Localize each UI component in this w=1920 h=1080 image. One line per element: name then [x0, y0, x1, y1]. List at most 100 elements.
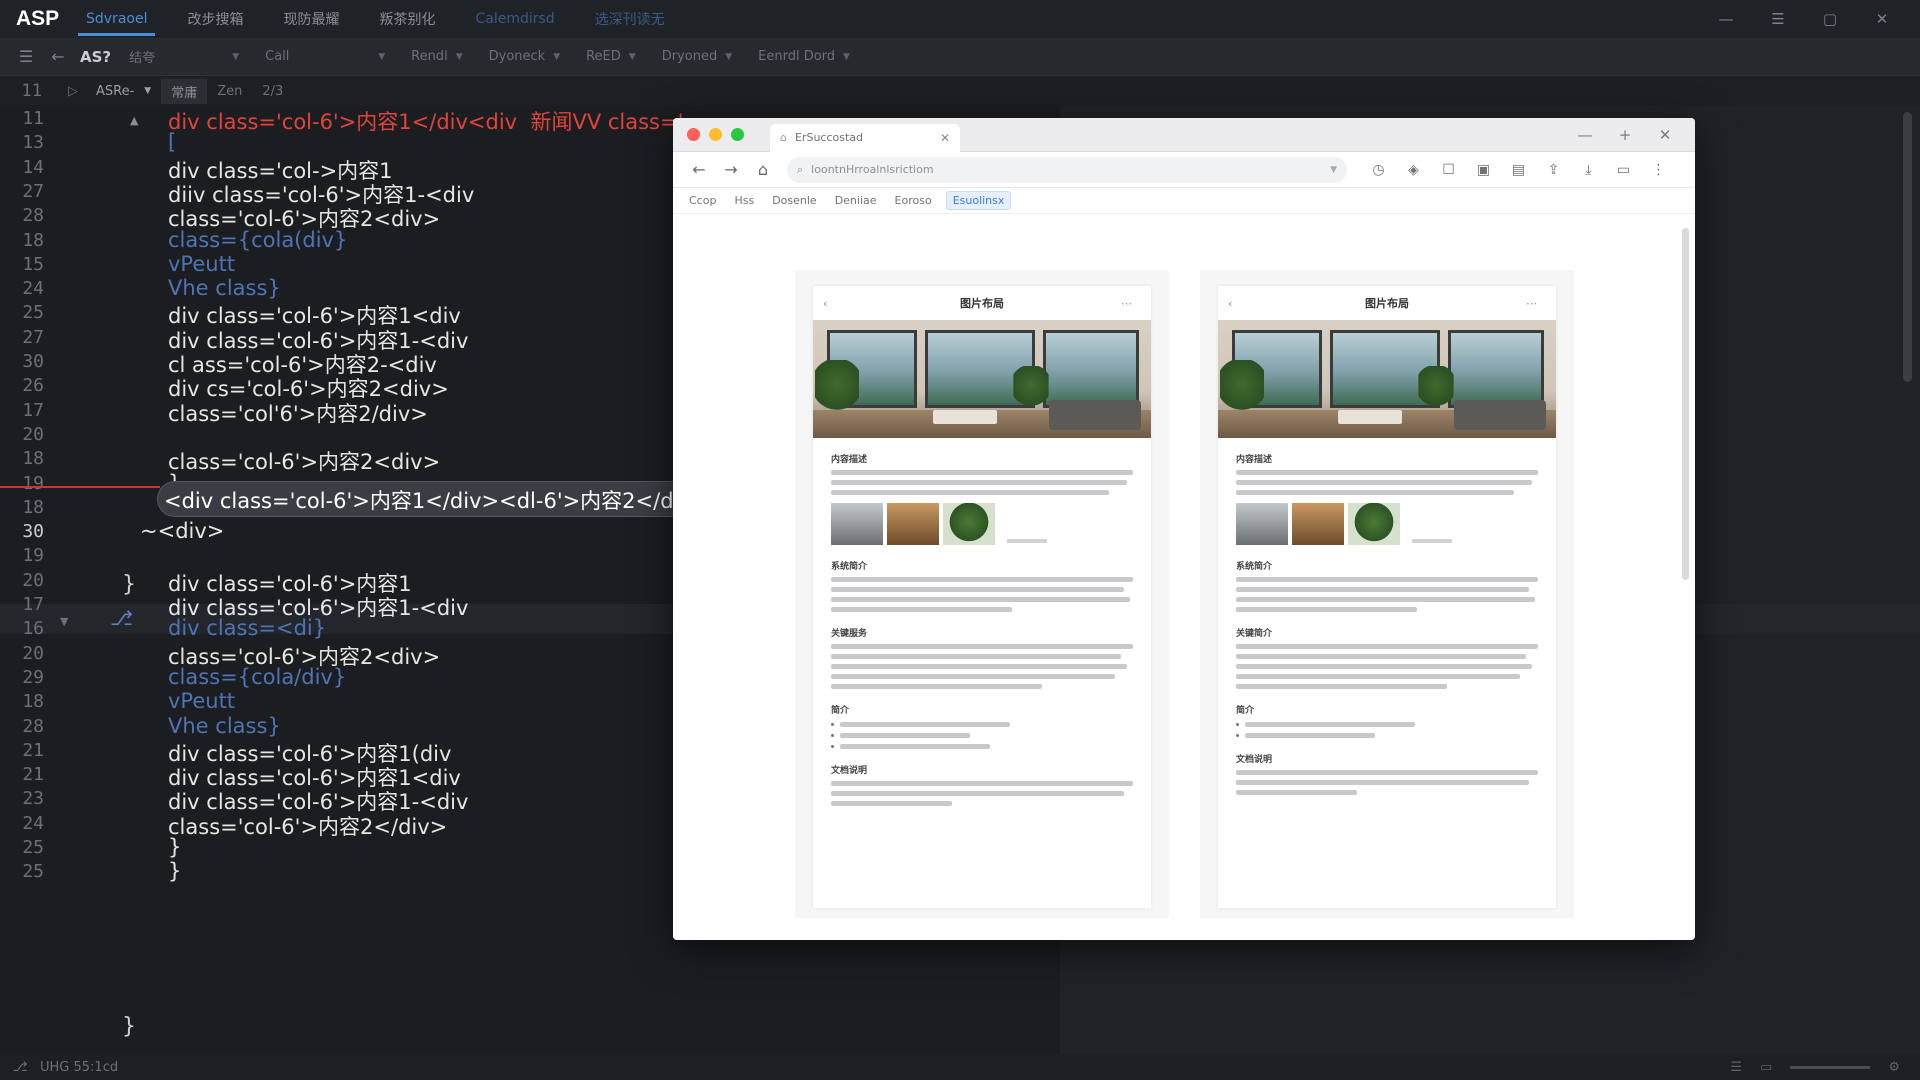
back-arrow-icon[interactable]: ←: [42, 47, 74, 66]
closing-brace: }: [122, 1014, 136, 1039]
address-bar[interactable]: ⌕ loontnHrroalnlsrictiom ▼: [787, 156, 1347, 183]
layout-icon[interactable]: ☰: [1730, 1060, 1742, 1075]
code-line[interactable]: [: [168, 130, 176, 154]
toolbar-select-6[interactable]: Dryoned ▼: [652, 45, 742, 68]
bookmark-item-2[interactable]: Hss: [730, 191, 758, 210]
toolbar-select-5[interactable]: ReED ▼: [576, 45, 646, 68]
menu-icon[interactable]: ☰: [1752, 10, 1804, 28]
panel-icon[interactable]: ▭: [1760, 1060, 1772, 1075]
thumbnail-image[interactable]: [831, 503, 883, 545]
code-line[interactable]: class='col-6'>内容2<div>: [168, 446, 440, 476]
address-text: loontnHrroalnlsrictiom: [811, 163, 934, 176]
fold-caret-icon[interactable]: ▲: [130, 114, 138, 127]
bookmark-item-3[interactable]: Dosenle: [768, 191, 821, 210]
extension-icon[interactable]: ▣: [1466, 162, 1501, 178]
forward-arrow-icon[interactable]: →: [715, 160, 747, 179]
folder-icon[interactable]: ▭: [1606, 162, 1641, 178]
home-icon[interactable]: ⌂: [747, 160, 779, 179]
code-line[interactable]: }: [168, 859, 181, 883]
closing-brace: }: [122, 572, 136, 597]
back-arrow-icon[interactable]: ←: [683, 160, 715, 179]
line-number: 25: [22, 302, 44, 324]
more-icon[interactable]: ⋯: [1526, 297, 1546, 310]
code-line[interactable]: Vhe class}: [168, 276, 281, 300]
bookmark-item-5[interactable]: Eoroso: [891, 191, 936, 210]
minimize-dot-icon[interactable]: [709, 128, 722, 141]
more-icon[interactable]: ⋯: [1121, 297, 1141, 310]
browser-window[interactable]: ⌂ ErSuccostad ✕ — + ✕ ← → ⌂ ⌕ loontnHrro…: [673, 118, 1695, 940]
code-line[interactable]: ~<div>: [140, 519, 224, 543]
menu-item-1[interactable]: Sdvraoel: [78, 2, 156, 36]
code-line[interactable]: }: [168, 835, 181, 859]
menu-item-3[interactable]: 现防最耀: [275, 0, 347, 38]
code-line[interactable]: class='col-6'>内容2</div>: [168, 811, 447, 841]
tab-3[interactable]: 2/3: [252, 81, 293, 102]
close-icon[interactable]: ✕: [1856, 10, 1908, 28]
thumbnail-image[interactable]: [1348, 503, 1400, 545]
git-branch-icon[interactable]: ⎇: [0, 1060, 40, 1075]
editor-tab-row: 11 ▷ ASRe- ▼ 常庸 Zen 2/3: [0, 76, 1920, 106]
bookmark-item-6[interactable]: Esuolinsx: [945, 191, 1012, 210]
file-tab[interactable]: ASRe- ▼: [86, 81, 161, 102]
code-line[interactable]: div class=<di}: [168, 616, 326, 640]
page-scrollbar[interactable]: [1682, 228, 1689, 580]
code-line[interactable]: class='col'6'>内容2/div>: [168, 398, 428, 428]
bookmark-item-1[interactable]: Ccop: [685, 191, 720, 210]
share-icon[interactable]: ⇪: [1536, 162, 1571, 178]
menu-item-2[interactable]: 改步搜箱: [179, 0, 251, 38]
menu-item-4[interactable]: 叛茶别化: [371, 0, 443, 38]
editor-scrollbar[interactable]: [1903, 112, 1912, 382]
more-icon[interactable]: ⋮: [1641, 162, 1676, 178]
close-icon[interactable]: ✕: [1645, 126, 1685, 144]
code-line[interactable]: vPeutt: [168, 689, 235, 713]
tab-1[interactable]: 常庸: [161, 78, 208, 104]
browser-tab[interactable]: ⌂ ErSuccostad ✕: [770, 123, 960, 152]
minimize-icon[interactable]: —: [1700, 10, 1752, 28]
toolbar-select-7[interactable]: Eenrdl Dord ▼: [748, 45, 860, 68]
bookmark-icon[interactable]: ⎇: [110, 606, 133, 630]
code-line[interactable]: class={cola(div}: [168, 228, 347, 252]
zoom-slider[interactable]: [1790, 1065, 1871, 1069]
download-icon[interactable]: ⤓: [1571, 162, 1606, 178]
shield-icon[interactable]: ◈: [1396, 162, 1431, 178]
line-number: 30: [22, 351, 44, 372]
bookmark-item-4[interactable]: Deniiae: [831, 191, 881, 210]
toolbar-select-1[interactable]: 结夸 ▼: [119, 43, 249, 70]
fold-caret-icon[interactable]: ▼: [60, 615, 68, 628]
code-line[interactable]: vPeutt: [168, 252, 235, 276]
code-line[interactable]: class={cola/div}: [168, 665, 346, 689]
paragraph: [831, 470, 1133, 495]
code-line[interactable]: Vhe class}: [168, 714, 281, 738]
bookmark-icon[interactable]: ☐: [1431, 162, 1466, 178]
tab-2[interactable]: Zen: [207, 81, 252, 102]
thumbnail-image[interactable]: [1292, 503, 1344, 545]
close-dot-icon[interactable]: [687, 128, 700, 141]
hamburger-icon[interactable]: ☰: [10, 47, 42, 66]
chevron-down-icon: ▼: [553, 51, 561, 62]
toolbar-select-4[interactable]: Dyoneck ▼: [479, 45, 571, 68]
hero-image: [1218, 320, 1556, 438]
zoom-dot-icon[interactable]: [731, 128, 744, 141]
play-icon[interactable]: ▷: [60, 84, 86, 99]
thumbnail-image[interactable]: [887, 503, 939, 545]
reader-icon[interactable]: ▤: [1501, 162, 1536, 178]
back-chevron-icon[interactable]: ‹: [823, 297, 843, 310]
menu-item-5[interactable]: Calemdirsd: [467, 2, 562, 36]
tab-close-icon[interactable]: ✕: [940, 131, 950, 145]
settings-icon[interactable]: ⚙: [1888, 1060, 1900, 1075]
section-title: 内容描述: [1236, 455, 1273, 465]
maximize-icon[interactable]: ▢: [1804, 10, 1856, 28]
thumbnail-image[interactable]: [943, 503, 995, 545]
highlighted-code[interactable]: <div class='col-6'>内容1</div><dl-6'>内容2</…: [158, 482, 718, 516]
bullet-list: [831, 722, 1133, 749]
history-icon[interactable]: ◷: [1361, 162, 1396, 178]
toolbar-select-3[interactable]: Rendl ▼: [401, 45, 472, 68]
code-line[interactable]: div class='col-6'>内容1</div<div 新闻VV clas…: [168, 106, 683, 136]
back-chevron-icon[interactable]: ‹: [1228, 297, 1248, 310]
menu-item-6[interactable]: 选深刊读无: [587, 0, 673, 38]
search-icon: ⌕: [797, 162, 804, 176]
thumbnail-image[interactable]: [1236, 503, 1288, 545]
new-tab-icon[interactable]: +: [1605, 126, 1645, 144]
minimize-icon[interactable]: —: [1565, 126, 1605, 144]
toolbar-select-2[interactable]: Call ▼: [255, 45, 395, 68]
